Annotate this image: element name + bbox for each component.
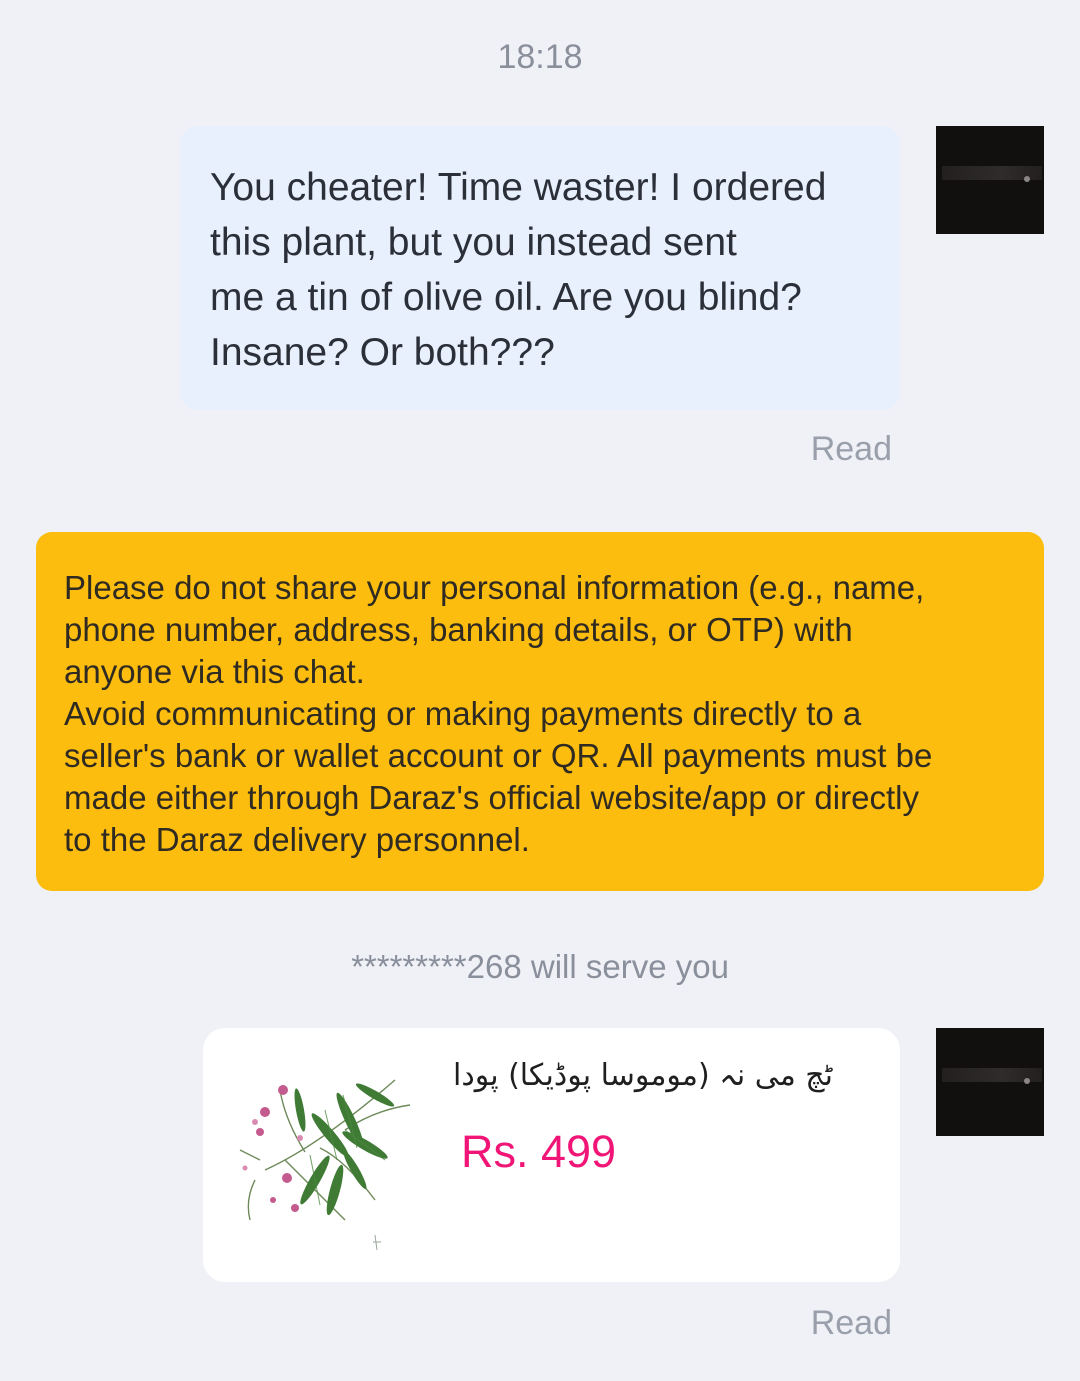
notice-line: Please do not share your personal inform… bbox=[64, 569, 925, 606]
mimosa-plant-image bbox=[239, 1079, 411, 1251]
read-receipt: Read bbox=[810, 1304, 892, 1342]
read-receipt: Read bbox=[810, 430, 892, 468]
notice-line: anyone via this chat. bbox=[64, 653, 365, 690]
message-timestamp: 18:18 bbox=[497, 38, 583, 76]
product-card[interactable]: ٹچ می نہ (مومو‌سا پوڈیکا) پودا Rs. 499 bbox=[203, 1028, 900, 1282]
avatar-detail bbox=[1024, 176, 1030, 182]
user-avatar[interactable] bbox=[936, 126, 1044, 234]
notice-line: Avoid communicating or making payments d… bbox=[64, 695, 862, 732]
user-avatar[interactable] bbox=[936, 1028, 1044, 1136]
message-line: You cheater! Time waster! I ordered bbox=[210, 166, 827, 209]
safety-notice: Please do not share your personal inform… bbox=[36, 532, 1044, 891]
product-title: ٹچ می نہ (مومو‌سا پوڈیکا) پودا bbox=[453, 1058, 834, 1093]
notice-line: to the Daraz delivery personnel. bbox=[64, 821, 530, 858]
notice-line: made either through Daraz's official web… bbox=[64, 779, 919, 816]
sent-message-bubble[interactable]: You cheater! Time waster! I ordered this… bbox=[180, 126, 900, 410]
message-line: Insane? Or both??? bbox=[210, 331, 555, 374]
notice-line: seller's bank or wallet account or QR. A… bbox=[64, 737, 933, 774]
message-line: this plant, but you instead sent bbox=[210, 221, 737, 264]
avatar-detail bbox=[1024, 1078, 1030, 1084]
chat-conversation: 18:18 You cheater! Time waster! I ordere… bbox=[0, 0, 1080, 1381]
agent-assignment-notice: *********268 will serve you bbox=[351, 948, 729, 985]
product-price: Rs. 499 bbox=[461, 1126, 617, 1177]
notice-line: phone number, address, banking details, … bbox=[64, 611, 853, 648]
message-line: me a tin of olive oil. Are you blind? bbox=[210, 276, 802, 319]
